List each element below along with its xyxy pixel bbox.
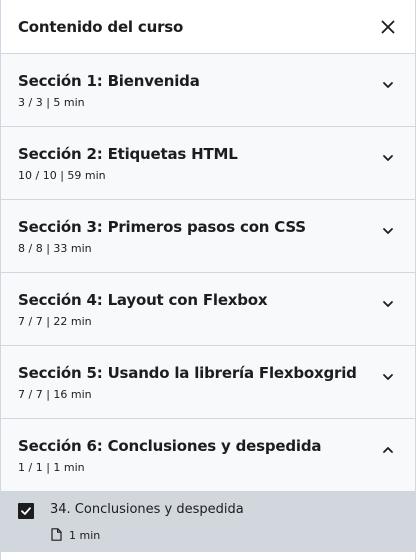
chevron-down-icon [383,301,393,307]
lecture-item[interactable]: 34. Conclusiones y despedida 1 min [1,492,415,552]
section-progress: 7 / 7 | 16 min [18,388,92,401]
check-icon [21,507,31,515]
lecture-duration: 1 min [69,528,101,542]
section-title: Sección 2: Etiquetas HTML [18,145,238,163]
chevron-down-icon [383,155,393,161]
section-1[interactable]: Sección 1: Bienvenida 3 / 3 | 5 min [1,54,415,127]
lecture-duration-row: 1 min [51,528,398,542]
section-title: Sección 3: Primeros pasos con CSS [18,218,306,236]
sidebar-header: Contenido del curso [1,0,415,54]
close-button[interactable] [378,17,398,37]
section-title: Sección 5: Usando la librería Flexboxgri… [18,364,357,382]
section-title: Sección 1: Bienvenida [18,72,200,90]
section-progress: 8 / 8 | 33 min [18,242,92,255]
section-5[interactable]: Sección 5: Usando la librería Flexboxgri… [1,346,415,419]
lecture-complete-checkbox[interactable] [18,503,34,519]
section-progress: 10 / 10 | 59 min [18,169,106,182]
lecture-title: 34. Conclusiones y despedida [50,502,244,517]
chevron-down-icon [383,82,393,88]
file-icon [51,528,63,542]
section-progress: 1 / 1 | 1 min [18,461,85,474]
chevron-down-icon [383,374,393,380]
section-title: Sección 4: Layout con Flexbox [18,291,268,309]
section-4[interactable]: Sección 4: Layout con Flexbox 7 / 7 | 22… [1,273,415,346]
section-6[interactable]: Sección 6: Conclusiones y despedida 1 / … [1,419,415,492]
sidebar-title: Contenido del curso [18,17,184,36]
close-icon [381,20,395,33]
section-progress: 3 / 3 | 5 min [18,96,85,109]
section-title: Sección 6: Conclusiones y despedida [18,437,322,455]
chevron-up-icon [383,447,393,453]
chevron-down-icon [383,228,393,234]
course-content-sidebar: Contenido del curso Sección 1: Bienvenid… [0,0,416,560]
section-2[interactable]: Sección 2: Etiquetas HTML 10 / 10 | 59 m… [1,127,415,200]
section-3[interactable]: Sección 3: Primeros pasos con CSS 8 / 8 … [1,200,415,273]
section-progress: 7 / 7 | 22 min [18,315,92,328]
